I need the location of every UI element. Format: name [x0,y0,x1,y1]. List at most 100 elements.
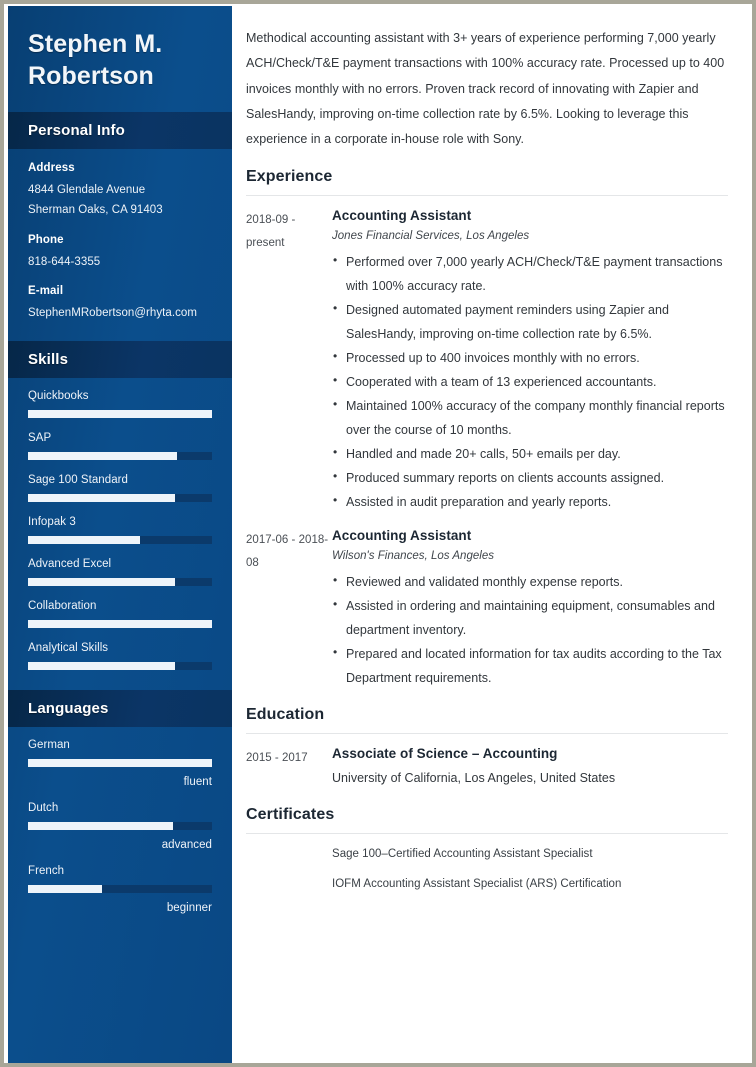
main-content: Methodical accounting assistant with 3+ … [232,6,752,1063]
skill-label: Infopak 3 [28,516,76,529]
skill-bar-fill [28,662,176,671]
language-proficiency: beginner [166,902,212,915]
personal-info-body: Address 4844 Glendale Avenue Sherman Oaks,… [8,149,232,341]
skill-bar-track [28,494,212,503]
experience-dates: 2017-06 - 2018-08 [246,534,329,569]
experience-section: Experience 2018-09 - present Accounting A… [246,168,728,692]
degree-title: Associate of Science – Accounting [332,746,558,762]
personal-info-group: Phone 818-644-3355 [28,234,212,273]
candidate-name-block: Stephen M. Robertson [8,6,232,112]
job-bullet: Performed over 7,000 yearly ACH/Check/T&… [332,249,728,298]
experience-entry-body: Accounting Assistant Wilson's Finances, L… [332,528,728,690]
skill-item: Sage 100 Standard [28,474,212,503]
skill-label: Collaboration [28,600,97,613]
employer-and-location: Wilson's Finances, Los Angeles [332,550,495,563]
language-bar-fill [28,885,102,894]
education-entry-body: Associate of Science – Accounting Univers… [332,746,728,789]
skill-bar-fill [28,578,176,587]
job-bullet: Cooperated with a team of 13 experienced… [332,369,728,394]
skill-bar-fill [28,536,141,545]
skill-bar-fill [28,494,176,503]
skill-bar-track [28,620,212,629]
skill-bar-track [28,662,212,671]
job-bullet: Handled and made 20+ calls, 50+ emails p… [332,441,728,466]
job-bullet: Assisted in audit preparation and yearly… [332,489,728,514]
skill-item: Infopak 3 [28,516,212,545]
job-bullet: Prepared and located information for tax… [332,641,728,690]
languages-list: German fluent Dutch advanced French beginner [8,727,232,934]
experience-dates: 2018-09 - present [246,214,296,249]
skill-bar-fill [28,620,212,629]
experience-entries: 2018-09 - present Accounting Assistant Jon… [246,196,728,692]
job-bullet-list: Performed over 7,000 yearly ACH/Check/T&… [332,249,728,514]
certificates-heading: Certificates [246,805,335,823]
education-entry: 2015 - 2017 Associate of Science – Accoun… [246,734,728,791]
skill-item: Advanced Excel [28,558,212,587]
personal-info-value: StephenMRobertson@rhyta.com [28,307,197,320]
experience-entry-body: Accounting Assistant Jones Financial Serv… [332,208,728,514]
skill-bar-track [28,578,212,587]
experience-entry: 2018-09 - present Accounting Assistant Jon… [246,196,728,516]
skill-bar-fill [28,452,178,461]
personal-info-heading: Personal Info [28,122,125,139]
job-bullet: Assisted in ordering and maintaining equ… [332,593,728,642]
personal-info-value: 818-644-3355 [28,255,101,268]
skill-bar-track [28,410,212,419]
language-bar-track [28,885,212,894]
language-item: German fluent [28,739,212,788]
certificate-item: Sage 100–Certified Accounting Assistant … [332,847,593,860]
education-heading: Education [246,706,325,724]
job-bullet: Processed up to 400 invoices monthly wit… [332,345,728,370]
education-section: Education 2015 - 2017 Associate of Scienc… [246,706,728,791]
job-title: Accounting Assistant [332,528,472,544]
language-label: Dutch [28,802,59,815]
resume-page: Stephen M. Robertson Personal Info Addre… [0,0,756,1067]
personal-info-label: Address [28,162,75,174]
personal-info-value: Sherman Oaks, CA 91403 [28,203,163,216]
certificate-item: IOFM Accounting Assistant Specialist (AR… [332,878,622,891]
language-proficiency: advanced [161,839,212,852]
skill-item: SAP [28,432,212,461]
personal-info-label: E-mail [28,285,64,298]
language-item: French beginner [28,865,212,914]
language-bar-track [28,759,212,768]
job-bullet: Produced summary reports on clients acco… [332,465,728,490]
job-bullet: Reviewed and validated monthly expense r… [332,569,728,594]
language-item: Dutch advanced [28,802,212,851]
personal-info-group: E-mail StephenMRobertson@rhyta.com [28,285,212,324]
sidebar-section-header-personal-info: Personal Info [8,112,232,149]
job-bullet: Designed automated payment reminders usi… [332,297,728,346]
sidebar: Stephen M. Robertson Personal Info Addre… [8,6,232,1063]
sidebar-section-header-languages: Languages [8,690,232,728]
job-bullet: Maintained 100% accuracy of the company … [332,393,728,442]
languages-heading: Languages [28,700,109,718]
skill-label: SAP [28,432,52,445]
certificates-section: Certificates Sage 100–Certified Accounti… [246,806,728,912]
skill-item: Collaboration [28,600,212,629]
skills-heading: Skills [28,351,69,369]
personal-info-group: Address 4844 Glendale Avenue Sherman Oaks,… [28,162,212,221]
language-label: German [28,739,70,752]
experience-entry: 2017-06 - 2018-08 Accounting Assistant Wil… [246,516,728,692]
language-label: French [28,865,65,878]
skill-label: Quickbooks [28,390,89,403]
employer-and-location: Jones Financial Services, Los Angeles [332,230,530,243]
education-dates: 2015 - 2017 [246,752,308,765]
skill-bar-track [28,536,212,545]
skills-list: Quickbooks SAP Sage 100 Standard Infopak 3 A… [8,378,232,690]
candidate-name: Stephen M. Robertson [28,30,163,90]
personal-info-value: 4844 Glendale Avenue [28,184,146,196]
skill-bar-track [28,452,212,461]
skill-label: Analytical Skills [28,642,109,655]
job-bullet-list: Reviewed and validated monthly expense r… [332,569,728,690]
skill-label: Sage 100 Standard [28,474,128,487]
skill-bar-fill [28,410,212,419]
language-bar-fill [28,822,174,831]
skill-item: Analytical Skills [28,642,212,671]
job-title: Accounting Assistant [332,208,472,224]
language-bar-track [28,822,212,831]
sidebar-section-header-skills: Skills [8,341,232,379]
skill-label: Advanced Excel [28,558,112,571]
experience-heading: Experience [246,168,333,186]
personal-info-label: Phone [28,233,64,246]
